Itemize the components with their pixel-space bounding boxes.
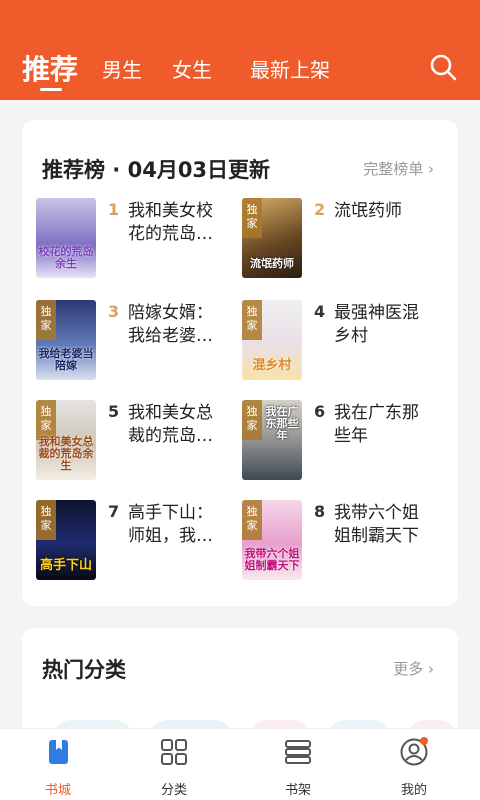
nav-label: 书架 — [284, 783, 311, 798]
book-cover: 校花的荒岛余生 — [36, 198, 96, 278]
exclusive-badge: 独家 — [242, 198, 262, 238]
full-ranking-label: 完整榜单 — [363, 160, 424, 178]
top-header: 推荐 男生 女生 最新上架 — [0, 0, 480, 100]
book-cover: 独家 流氓药师 — [242, 198, 302, 278]
active-tab-indicator — [40, 88, 62, 91]
bookshelf-icon — [285, 740, 311, 764]
ranking-card: 推荐榜 · 04月03日更新 完整榜单 › 校花的荒岛余生 1 我和美女校花的荒… — [22, 120, 458, 606]
book-item[interactable]: 独家 我在广东那些年 6 我在广东那些年 — [242, 400, 442, 484]
rank-number: 1 — [108, 200, 120, 219]
book-item[interactable]: 独家 我给老婆当陪嫁 3 陪嫁女婿：我给老婆… — [36, 300, 236, 384]
tab-female[interactable]: 女生 — [172, 54, 212, 83]
nav-bookshelf[interactable]: 书架 — [258, 737, 338, 798]
book-item[interactable]: 独家 高手下山 7 高手下山：师姐，我… — [36, 500, 236, 584]
rank-number: 7 — [108, 502, 120, 521]
nav-bookstore[interactable]: 书城 — [18, 737, 98, 798]
nav-profile[interactable]: 我的 — [374, 737, 454, 798]
book-title: 我和美女总裁的荒岛… — [128, 403, 213, 446]
book-title: 流氓药师 — [334, 201, 402, 221]
rank-number: 4 — [314, 302, 326, 321]
book-cover: 独家 混乡村 — [242, 300, 302, 380]
full-ranking-link[interactable]: 完整榜单 › — [363, 158, 434, 179]
book-cover: 独家 我在广东那些年 — [242, 400, 302, 480]
rank-number: 6 — [314, 402, 326, 421]
bookstore-icon — [49, 740, 68, 764]
book-item[interactable]: 独家 我和美女总裁的荒岛余生 5 我和美女总裁的荒岛… — [36, 400, 236, 484]
book-item[interactable]: 独家 我带六个姐姐制霸天下 8 我带六个姐姐制霸天下 — [242, 500, 442, 584]
book-cover: 独家 我和美女总裁的荒岛余生 — [36, 400, 96, 480]
ranking-title: 推荐榜 · 04月03日更新 — [42, 158, 271, 182]
category-grid-icon — [161, 739, 187, 765]
book-item[interactable]: 独家 流氓药师 2 流氓药师 — [242, 198, 442, 282]
nav-label: 书城 — [44, 783, 71, 798]
book-title: 高手下山：师姐，我… — [128, 503, 213, 546]
nav-label: 分类 — [160, 783, 187, 798]
notification-dot — [420, 737, 428, 745]
bottom-nav: 书城 分类 书架 我的 — [0, 728, 480, 800]
book-item[interactable]: 校花的荒岛余生 1 我和美女校花的荒岛… — [36, 198, 236, 282]
book-title: 我和美女校花的荒岛… — [128, 201, 213, 244]
exclusive-badge: 独家 — [36, 300, 56, 340]
book-title: 我带六个姐姐制霸天下 — [334, 503, 419, 546]
exclusive-badge: 独家 — [242, 300, 262, 340]
search-icon[interactable] — [428, 52, 458, 82]
categories-title: 热门分类 — [42, 658, 126, 682]
tab-male[interactable]: 男生 — [102, 54, 142, 83]
exclusive-badge: 独家 — [242, 500, 262, 540]
book-cover: 独家 我带六个姐姐制霸天下 — [242, 500, 302, 580]
exclusive-badge: 独家 — [242, 400, 262, 440]
rank-number: 2 — [314, 200, 326, 219]
book-cover: 独家 我给老婆当陪嫁 — [36, 300, 96, 380]
profile-icon — [400, 737, 428, 766]
chevron-right-icon: › — [428, 160, 434, 178]
nav-label: 我的 — [400, 783, 427, 798]
book-item[interactable]: 独家 混乡村 4 最强神医混乡村 — [242, 300, 442, 384]
exclusive-badge: 独家 — [36, 400, 56, 440]
tab-new-release[interactable]: 最新上架 — [250, 54, 330, 83]
rank-number: 3 — [108, 302, 120, 321]
book-title: 最强神医混乡村 — [334, 303, 419, 346]
book-title: 我在广东那些年 — [334, 403, 419, 446]
nav-category[interactable]: 分类 — [134, 737, 214, 798]
more-label: 更多 — [393, 660, 424, 678]
chevron-right-icon: › — [428, 660, 434, 678]
tab-recommend[interactable]: 推荐 — [22, 48, 78, 88]
rank-number: 8 — [314, 502, 326, 521]
exclusive-badge: 独家 — [36, 500, 56, 540]
more-categories-link[interactable]: 更多 › — [393, 658, 434, 679]
book-cover: 独家 高手下山 — [36, 500, 96, 580]
rank-number: 5 — [108, 402, 120, 421]
book-title: 陪嫁女婿：我给老婆… — [128, 303, 213, 346]
